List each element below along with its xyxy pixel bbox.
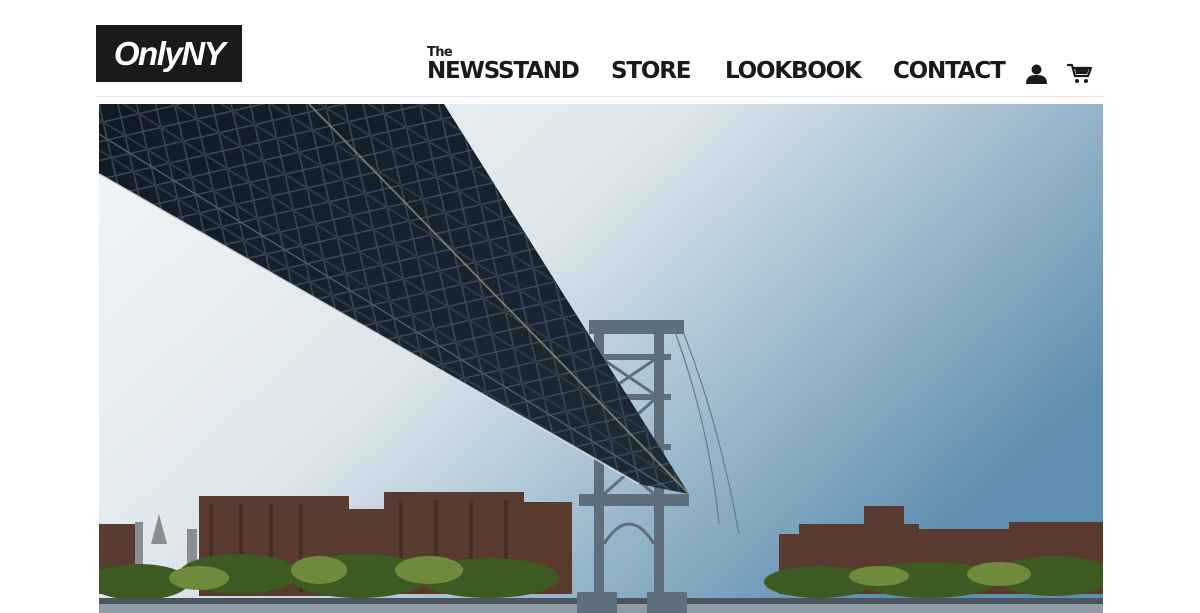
- header-divider: [96, 96, 1104, 97]
- hero-image: [99, 104, 1103, 613]
- nav-lookbook[interactable]: LOOKBOOK: [725, 58, 862, 84]
- account-icon[interactable]: [1025, 64, 1048, 84]
- cart-icon[interactable]: [1066, 63, 1093, 84]
- main-nav: The NEWSSTAND STORE LOOKBOOK CONTACT: [0, 0, 1200, 96]
- nav-store[interactable]: STORE: [611, 58, 691, 84]
- bridge-photo: [99, 104, 1103, 613]
- nav-newsstand-label: NEWSSTAND: [427, 58, 580, 84]
- nav-newsstand[interactable]: The NEWSSTAND: [427, 46, 580, 84]
- nav-contact[interactable]: CONTACT: [893, 58, 1006, 84]
